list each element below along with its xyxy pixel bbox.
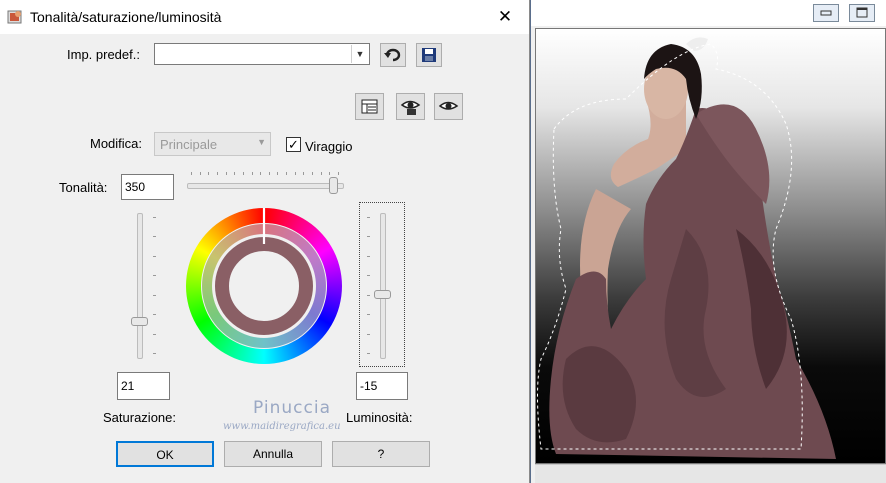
slider-tick	[153, 353, 156, 354]
modifica-label: Modifica:	[90, 136, 143, 151]
slider-tick	[367, 275, 370, 276]
maximize-button[interactable]	[849, 4, 875, 22]
saturazione-input[interactable]: 21	[117, 372, 170, 400]
luminosita-label: Luminosità:	[346, 410, 413, 425]
chevron-down-icon: ▼	[351, 45, 368, 63]
reset-preset-icon	[384, 48, 401, 62]
saturazione-slider-thumb[interactable]	[131, 317, 148, 326]
modifica-select[interactable]: Principale ▼	[154, 132, 271, 156]
horizontal-scrollbar[interactable]	[535, 464, 886, 483]
slider-tick	[153, 295, 156, 296]
slider-tick	[277, 172, 278, 175]
image-window-titlebar[interactable]	[531, 0, 886, 26]
minimize-button[interactable]	[813, 4, 839, 22]
tonalita-slider-thumb[interactable]	[329, 177, 338, 194]
slider-tick	[269, 172, 270, 175]
image-window	[531, 0, 886, 483]
save-preset-icon	[422, 48, 436, 62]
slider-tick	[153, 314, 156, 315]
minimize-icon	[820, 10, 832, 16]
slider-tick	[153, 275, 156, 276]
slider-tick	[321, 172, 322, 175]
slider-tick	[312, 172, 313, 175]
luminosita-slider-track	[380, 213, 386, 359]
help-button[interactable]: ?	[332, 441, 430, 467]
slider-tick	[153, 334, 156, 335]
tonalita-slider[interactable]	[187, 172, 344, 198]
slider-tick	[367, 217, 370, 218]
slider-tick	[367, 256, 370, 257]
result-color-ring	[215, 237, 313, 335]
saturazione-label: Saturazione:	[103, 410, 176, 425]
slider-tick	[260, 172, 261, 175]
slider-tick	[234, 172, 235, 175]
reset-preset-button[interactable]	[380, 43, 406, 67]
modifica-value: Principale	[160, 137, 218, 152]
slider-tick	[286, 172, 287, 175]
preview-on-image-icon	[400, 100, 421, 115]
dialog-titlebar[interactable]: Tonalità/saturazione/luminosità ✕	[0, 0, 529, 34]
slider-tick	[367, 314, 370, 315]
luminosita-slider[interactable]	[367, 213, 397, 359]
slider-tick	[226, 172, 227, 175]
slider-tick	[191, 172, 192, 175]
hue-color-wheel[interactable]	[184, 206, 344, 366]
save-preset-button[interactable]	[416, 43, 442, 67]
dialog-icon	[7, 10, 22, 24]
preview-on-image-button[interactable]	[396, 93, 425, 120]
chevron-down-icon: ▼	[257, 137, 266, 147]
tonalita-slider-track	[187, 183, 344, 189]
saturazione-slider-track	[137, 213, 143, 359]
preset-label: Imp. predef.:	[67, 47, 140, 62]
slider-tick	[208, 172, 209, 175]
hsl-dialog: Tonalità/saturazione/luminosità ✕ Imp. p…	[0, 0, 530, 483]
slider-tick	[329, 172, 330, 175]
slider-tick	[217, 172, 218, 175]
slider-tick	[200, 172, 201, 175]
slider-tick	[367, 295, 370, 296]
slider-tick	[153, 256, 156, 257]
preset-select[interactable]: ▼	[154, 43, 370, 65]
luminosita-slider-thumb[interactable]	[374, 290, 391, 299]
saturazione-slider[interactable]	[131, 213, 161, 359]
ok-button[interactable]: OK	[116, 441, 214, 467]
slider-tick	[153, 236, 156, 237]
preview-button[interactable]	[434, 93, 463, 120]
watermark-site: www.maidiregrafica.eu	[223, 421, 341, 432]
slider-tick	[303, 172, 304, 175]
slider-tick	[367, 334, 370, 335]
watermark-name: Pinuccia	[253, 398, 331, 418]
slider-tick	[252, 172, 253, 175]
slider-tick	[338, 172, 339, 175]
close-icon[interactable]: ✕	[494, 7, 516, 27]
slider-tick	[153, 217, 156, 218]
layout-icon	[361, 99, 378, 114]
slider-tick	[243, 172, 244, 175]
viraggio-label[interactable]: Viraggio	[305, 139, 352, 154]
slider-tick	[367, 236, 370, 237]
preview-icon	[438, 101, 459, 110]
viraggio-checkbox[interactable]: ✓	[286, 137, 301, 152]
image-canvas[interactable]	[535, 28, 886, 464]
dialog-title: Tonalità/saturazione/luminosità	[30, 9, 222, 25]
cancel-button[interactable]: Annulla	[224, 441, 322, 467]
luminosita-input[interactable]: -15	[356, 372, 408, 400]
slider-tick	[295, 172, 296, 175]
layout-button[interactable]	[355, 93, 384, 120]
tonalita-label: Tonalità:	[59, 180, 108, 195]
tonalita-input[interactable]: 350	[121, 174, 174, 200]
maximize-icon	[856, 7, 868, 18]
slider-tick	[367, 353, 370, 354]
portrait-image	[537, 37, 836, 459]
